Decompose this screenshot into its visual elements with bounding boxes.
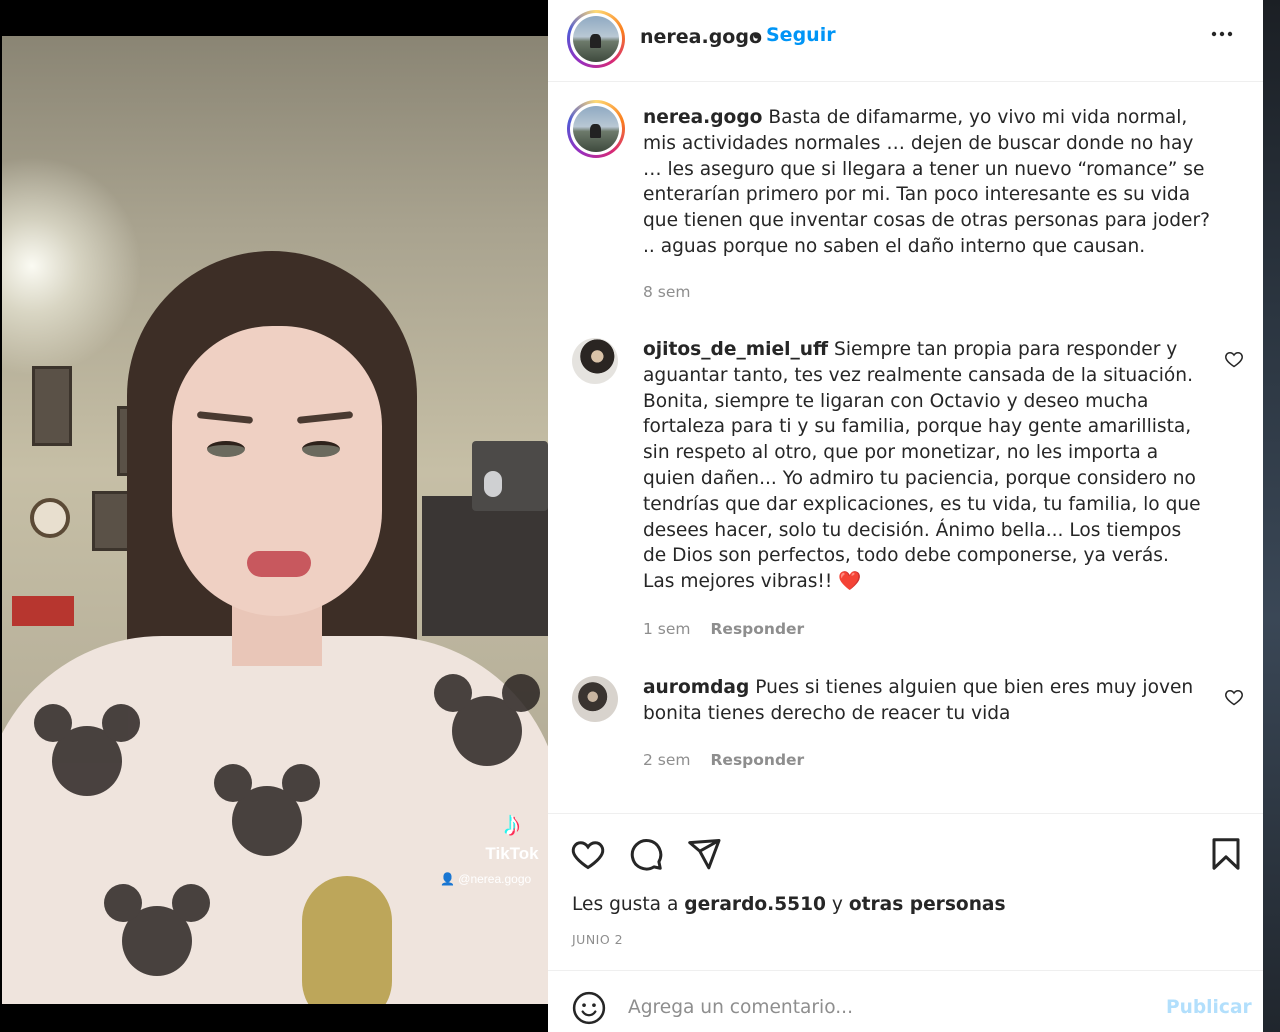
caption-username[interactable]: nerea.gogo [643,107,762,128]
more-options-icon[interactable] [1210,22,1234,52]
shelf [422,496,548,636]
video-frame[interactable]: ♪ TikTok 👤 @nerea.gogo [2,36,548,1004]
speaker [472,441,548,511]
wall-plaque [32,366,72,446]
person-shirt [2,636,548,1004]
comment-like-heart-icon[interactable] [1224,687,1244,707]
shirt-print [214,764,320,856]
author-username[interactable]: nerea.gogo [640,26,762,48]
caption-avatar[interactable] [567,100,625,158]
comment-input[interactable] [628,989,1148,1025]
reply-button[interactable]: Responder [711,751,805,769]
reply-button[interactable]: Responder [711,620,805,638]
comment-avatar[interactable] [572,338,618,384]
follow-button[interactable]: Seguir [766,24,836,46]
author-avatar[interactable] [567,10,625,68]
gold-balloon [302,876,392,1004]
post-date[interactable]: JUNIO 2 [572,932,623,947]
comment-like-heart-icon[interactable] [1224,349,1244,369]
likes-others-link[interactable]: otras personas [849,894,1006,915]
comment-icon[interactable] [628,836,664,872]
shirt-print [34,704,140,796]
comment-username[interactable]: auromdag [643,677,749,698]
caption-body: Basta de difamarme, yo vivo mi vida norm… [643,107,1211,257]
comment-avatar[interactable] [572,676,618,722]
caption-text: nerea.gogo Basta de difamarme, yo vivo m… [643,105,1213,260]
comment-username[interactable]: ojitos_de_miel_uff [643,339,828,360]
likes-summary: Les gusta a gerardo.5510 y otras persona… [572,894,1006,915]
post-header: nerea.gogo • Seguir [548,0,1263,82]
user-icon: 👤 [440,872,459,886]
shirt-print [104,884,210,976]
comment-text: ojitos_de_miel_uff Siempre tan propia pa… [643,337,1203,595]
post-media[interactable]: ♪ TikTok 👤 @nerea.gogo [0,0,548,1032]
comment-time[interactable]: 1 sem [643,620,691,638]
red-box [12,596,74,626]
shirt-print [434,674,540,766]
bookmark-icon[interactable] [1208,836,1244,872]
ceiling-light [2,156,142,376]
caption-meta: 8 sem [643,283,691,301]
separator-dot: • [751,26,763,48]
person-face [172,326,382,616]
instagram-post-modal: ♪ TikTok 👤 @nerea.gogo nerea.gogo • Segu… [0,0,1280,1032]
comment-body: Siempre tan propia para responder y agua… [643,339,1201,593]
tiktok-icon: ♪ [503,805,521,843]
post-sidebar: nerea.gogo • Seguir nerea.gogo Basta de … [548,0,1263,1032]
publish-button[interactable]: Publicar [1166,997,1252,1018]
heart-icon[interactable] [570,836,606,872]
post-actions: Les gusta a gerardo.5510 y otras persona… [548,813,1263,970]
tiktok-handle: 👤 @nerea.gogo [440,872,532,886]
comment-text: auromdag Pues si tienes alguien que bien… [643,675,1203,727]
caption-time[interactable]: 8 sem [643,283,691,301]
share-icon[interactable] [686,836,722,872]
comments-list[interactable]: nerea.gogo Basta de difamarme, yo vivo m… [548,83,1263,813]
comment-meta: 1 sem Responder [643,620,804,638]
liker-username[interactable]: gerardo.5510 [684,894,826,915]
comment-meta: 2 sem Responder [643,751,804,769]
background-page-edge [1263,0,1280,1032]
wall-clock [30,498,70,538]
wall-frame [92,491,132,551]
tiktok-watermark: ♪ TikTok [482,806,542,864]
comment-composer: Publicar [548,970,1263,1032]
emoji-icon[interactable] [572,991,606,1025]
comment-time[interactable]: 2 sem [643,751,691,769]
